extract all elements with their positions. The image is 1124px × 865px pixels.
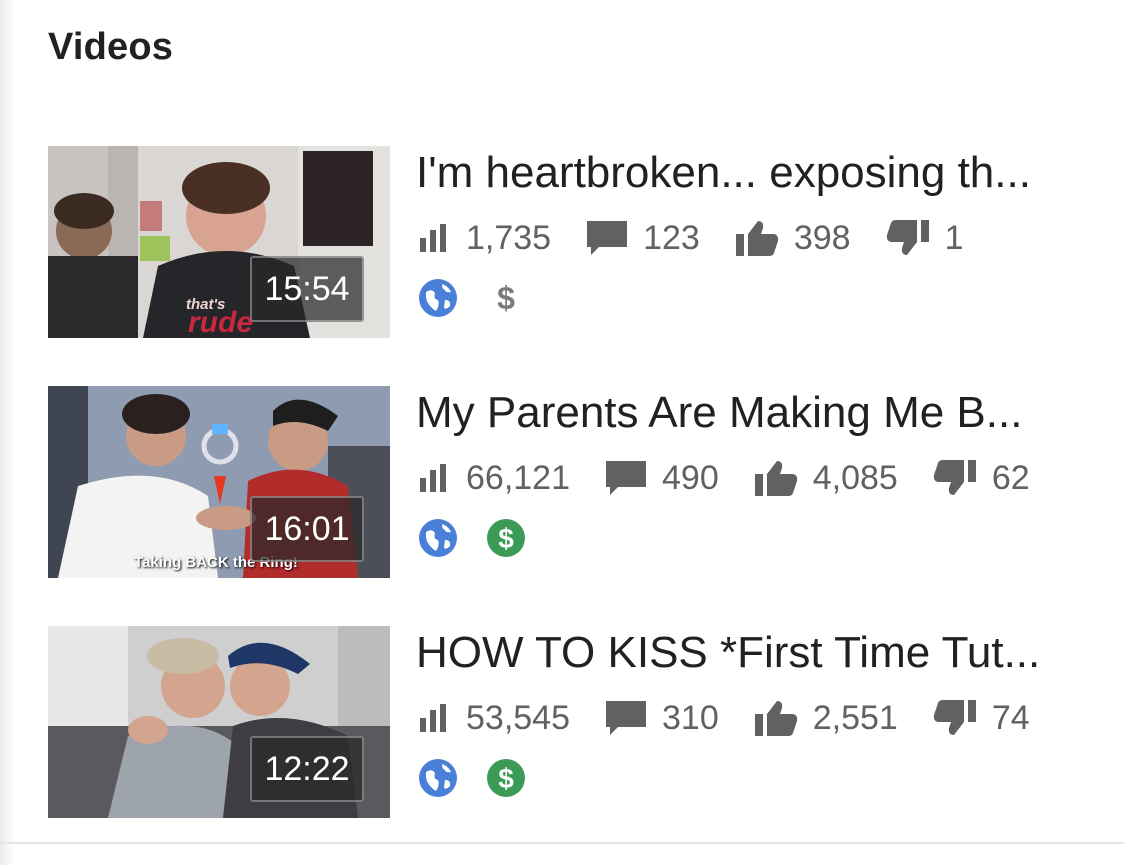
video-title[interactable]: HOW TO KISS *First Time Tut... [416, 628, 1076, 678]
video-stats: 53,545 310 2,551 74 [418, 698, 1064, 738]
globe-icon [419, 519, 457, 557]
views-stat: 66,121 [418, 459, 570, 498]
video-badges: $ [418, 278, 526, 318]
video-badges: $ [418, 758, 526, 798]
comments-count: 310 [662, 698, 719, 737]
likes-count: 4,085 [812, 458, 898, 497]
left-edge-shadow [0, 0, 14, 865]
dislikes-count: 1 [944, 218, 964, 257]
video-stats: 1,735 123 398 1 [418, 218, 997, 258]
thumbs-down-icon [886, 220, 929, 255]
svg-text:$: $ [497, 280, 515, 316]
dollar-icon: $ [487, 519, 525, 557]
video-duration: 15:54 [250, 256, 364, 322]
likes-stat: 4,085 [753, 459, 898, 498]
dislikes-stat: 62 [932, 459, 1030, 498]
svg-text:$: $ [498, 523, 514, 554]
globe-icon [419, 279, 457, 317]
section-title: Videos [48, 26, 174, 68]
video-stats: 66,121 490 4,085 62 [418, 458, 1064, 498]
dollar-icon: $ [497, 280, 515, 316]
video-row[interactable]: that's rude 15:54 I'm heartbroken... exp… [48, 146, 1088, 338]
dollar-icon: $ [487, 759, 525, 797]
likes-stat: 2,551 [753, 699, 898, 738]
video-thumbnail[interactable]: 12:22 [48, 626, 390, 818]
thumbs-up-icon [735, 221, 778, 256]
bottom-divider [0, 842, 1124, 844]
thumbs-down-icon [933, 700, 976, 735]
video-title[interactable]: I'm heartbroken... exposing th... [416, 148, 1076, 198]
video-row[interactable]: 12:22 HOW TO KISS *First Time Tut... 53,… [48, 626, 1088, 818]
views-count: 53,545 [466, 698, 570, 737]
video-thumbnail[interactable]: that's rude 15:54 [48, 146, 390, 338]
video-duration: 12:22 [250, 736, 364, 802]
comment-icon [587, 221, 628, 255]
comment-icon [606, 461, 646, 495]
globe-icon [419, 759, 457, 797]
svg-text:$: $ [498, 763, 514, 794]
comments-count: 490 [662, 458, 719, 497]
comments-stat: 123 [585, 219, 700, 258]
dislikes-stat: 1 [885, 218, 964, 258]
likes-stat: 398 [734, 219, 851, 258]
dislikes-stat: 74 [932, 699, 1030, 738]
video-thumbnail[interactable]: Taking BACK the Ring! 16:01 [48, 386, 390, 578]
views-stat: 53,545 [418, 699, 570, 738]
views-count: 66,121 [466, 458, 570, 497]
video-badges: $ [418, 518, 526, 558]
views-count: 1,735 [466, 218, 552, 257]
comments-stat: 490 [604, 459, 719, 498]
bar-chart-icon [420, 464, 446, 492]
dislikes-count: 74 [991, 698, 1030, 737]
thumbnail-caption: rude [188, 306, 254, 338]
likes-count: 2,551 [812, 698, 898, 737]
comment-icon [606, 701, 646, 735]
likes-count: 398 [793, 218, 851, 257]
thumbs-up-icon [754, 461, 797, 496]
thumbs-up-icon [754, 701, 797, 736]
video-row[interactable]: Taking BACK the Ring! 16:01 My Parents A… [48, 386, 1088, 578]
comments-count: 123 [643, 218, 700, 257]
thumbs-down-icon [933, 460, 976, 495]
views-stat: 1,735 [418, 219, 551, 258]
bar-chart-icon [420, 704, 446, 732]
comments-stat: 310 [604, 699, 719, 738]
bar-chart-icon [420, 224, 446, 252]
video-duration: 16:01 [250, 496, 364, 562]
video-title[interactable]: My Parents Are Making Me B... [416, 388, 1076, 438]
dislikes-count: 62 [991, 458, 1030, 497]
